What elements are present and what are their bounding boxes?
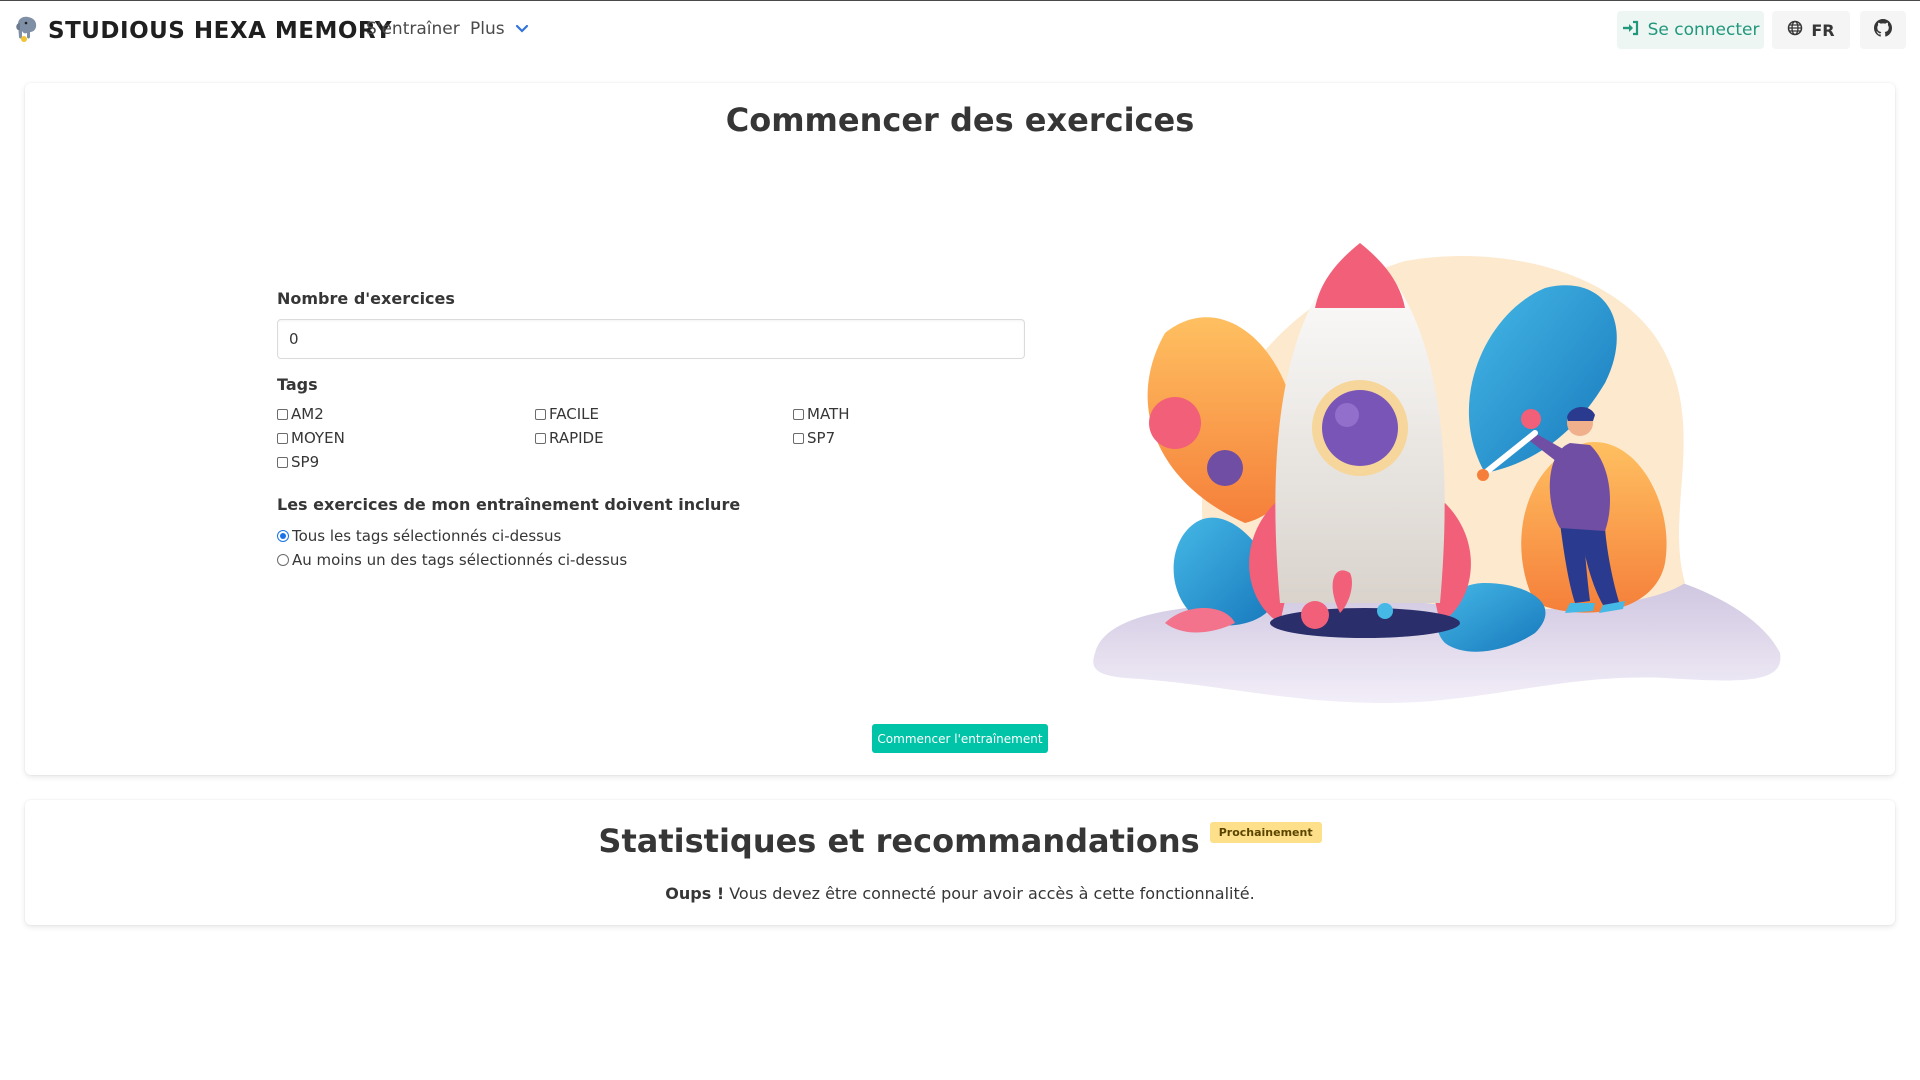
- globe-icon: [1787, 20, 1803, 40]
- exercise-count-value: 0: [289, 330, 299, 348]
- checkbox-box[interactable]: [793, 408, 804, 420]
- tag-label: RAPIDE: [549, 429, 604, 447]
- tag-label: AM2: [291, 405, 324, 423]
- exercise-count-input[interactable]: 0: [277, 319, 1025, 359]
- checkbox-box[interactable]: [277, 408, 288, 420]
- elephant-logo: [14, 15, 40, 47]
- exercise-form: Nombre d'exercices 0 Tags AM2 FACILE MAT…: [277, 289, 1025, 574]
- checkbox-box[interactable]: [277, 432, 288, 444]
- radio-button[interactable]: [277, 530, 289, 542]
- tags-label: Tags: [277, 375, 318, 394]
- stats-card: Statistiques et recommandations Prochain…: [25, 800, 1895, 925]
- tag-label: FACILE: [549, 405, 599, 423]
- tag-checkbox[interactable]: AM2: [277, 404, 535, 424]
- nav-train-link[interactable]: S'entraîner: [366, 19, 460, 39]
- language-button[interactable]: FR: [1772, 11, 1850, 49]
- login-button[interactable]: Se connecter: [1617, 11, 1764, 49]
- checkbox-box[interactable]: [535, 408, 546, 420]
- brand-link[interactable]: STUDIOUS HEXA MEMORY: [14, 15, 392, 47]
- checkbox-box[interactable]: [535, 432, 546, 444]
- github-button[interactable]: [1860, 11, 1906, 49]
- include-any-radio[interactable]: Au moins un des tags sélectionnés ci-des…: [277, 550, 1025, 570]
- checkbox-box[interactable]: [793, 432, 804, 444]
- radio-label: Tous les tags sélectionnés ci-dessus: [292, 527, 562, 545]
- language-label: FR: [1811, 20, 1835, 40]
- tags-grid: AM2 FACILE MATH MOYEN RAPIDE SP7 SP9: [277, 404, 1025, 472]
- tag-checkbox[interactable]: RAPIDE: [535, 428, 793, 448]
- tag-checkbox[interactable]: SP9: [277, 452, 535, 472]
- tag-label: SP9: [291, 453, 320, 471]
- navbar: STUDIOUS HEXA MEMORY S'entraîner Plus Se…: [0, 1, 1920, 59]
- nav-more-label: Plus: [470, 19, 505, 39]
- exercise-count-label: Nombre d'exercices: [277, 289, 455, 308]
- tag-label: MOYEN: [291, 429, 345, 447]
- github-icon: [1874, 19, 1892, 41]
- tag-label: MATH: [807, 405, 850, 423]
- start-exercises-card: Commencer des exercices Nombre d'exercic…: [25, 83, 1895, 775]
- stats-title: Statistiques et recommandations: [598, 822, 1200, 860]
- coming-soon-badge: Prochainement: [1209, 822, 1322, 843]
- message-text: Vous devez être connecté pour avoir accè…: [724, 884, 1255, 903]
- tag-checkbox[interactable]: FACILE: [535, 404, 793, 424]
- brand-name: STUDIOUS HEXA MEMORY: [48, 18, 393, 44]
- radio-label: Au moins un des tags sélectionnés ci-des…: [292, 551, 628, 569]
- tag-checkbox[interactable]: MOYEN: [277, 428, 535, 448]
- login-required-message: Oups ! Vous devez être connecté pour avo…: [25, 884, 1895, 903]
- chevron-down-icon: [515, 19, 529, 39]
- tag-checkbox[interactable]: MATH: [793, 404, 1051, 424]
- login-label: Se connecter: [1647, 20, 1760, 40]
- stats-header: Statistiques et recommandations Prochain…: [25, 822, 1895, 860]
- start-training-button[interactable]: Commencer l'entraînement: [872, 724, 1048, 753]
- nav-more-dropdown[interactable]: Plus: [470, 19, 529, 39]
- start-exercises-title: Commencer des exercices: [725, 101, 1195, 139]
- message-bold: Oups !: [665, 884, 725, 903]
- tag-checkbox[interactable]: SP7: [793, 428, 1051, 448]
- radio-button[interactable]: [277, 554, 289, 566]
- include-all-radio[interactable]: Tous les tags sélectionnés ci-dessus: [277, 526, 1025, 546]
- tag-label: SP7: [807, 429, 836, 447]
- rocket-illustration: [1065, 183, 1815, 743]
- checkbox-box[interactable]: [277, 456, 288, 468]
- include-mode-group: Tous les tags sélectionnés ci-dessus Au …: [277, 526, 1025, 570]
- include-mode-label: Les exercices de mon entraînement doiven…: [277, 495, 741, 514]
- sign-in-icon: [1622, 20, 1640, 41]
